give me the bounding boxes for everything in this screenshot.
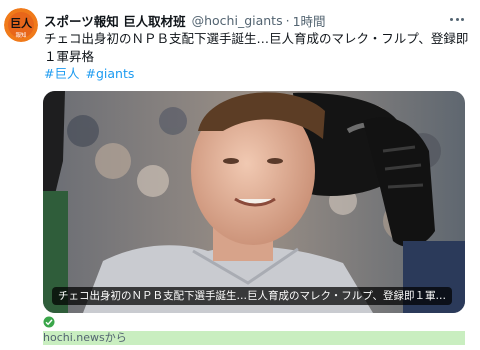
hashtag-link[interactable]: #巨人 [44,66,79,82]
tweet-text-line1: チェコ出身初のＮＰＢ支配下選手誕生…巨人育成のマレク・フルプ、登録即 [44,31,469,46]
card-source-link[interactable]: hochi.newsから [43,331,465,345]
card-caption: チェコ出身初のＮＰＢ支配下選手誕生…巨人育成のマレク・フルプ、登録即１軍… [52,287,452,305]
hashtag-link[interactable]: #giants [85,66,134,82]
avatar[interactable]: 巨人 報知 [4,8,38,42]
check-circle-icon [43,316,55,328]
tweet-text-line2: １軍昇格 [44,49,95,64]
tweet-time[interactable]: 1時間 [293,11,326,30]
more-dots-icon [450,17,454,21]
hashtags: #巨人 #giants [44,66,134,82]
avatar-subtext: 報知 [15,31,26,39]
tweet-text: チェコ出身初のＮＰＢ支配下選手誕生…巨人育成のマレク・フルプ、登録即 １軍昇格 [44,30,469,66]
author-handle[interactable]: @hochi_giants [192,13,283,28]
more-options-button[interactable] [446,10,468,28]
separator-dot: · [285,12,290,28]
author-name[interactable]: スポーツ報知 巨人取材班 [44,11,186,30]
avatar-text: 巨人 [10,16,33,30]
card-photo [43,91,465,313]
tweet-header: スポーツ報知 巨人取材班 @hochi_giants · 1時間 [44,11,450,29]
link-card[interactable]: チェコ出身初のＮＰＢ支配下選手誕生…巨人育成のマレク・フルプ、登録即１軍… [43,91,465,313]
